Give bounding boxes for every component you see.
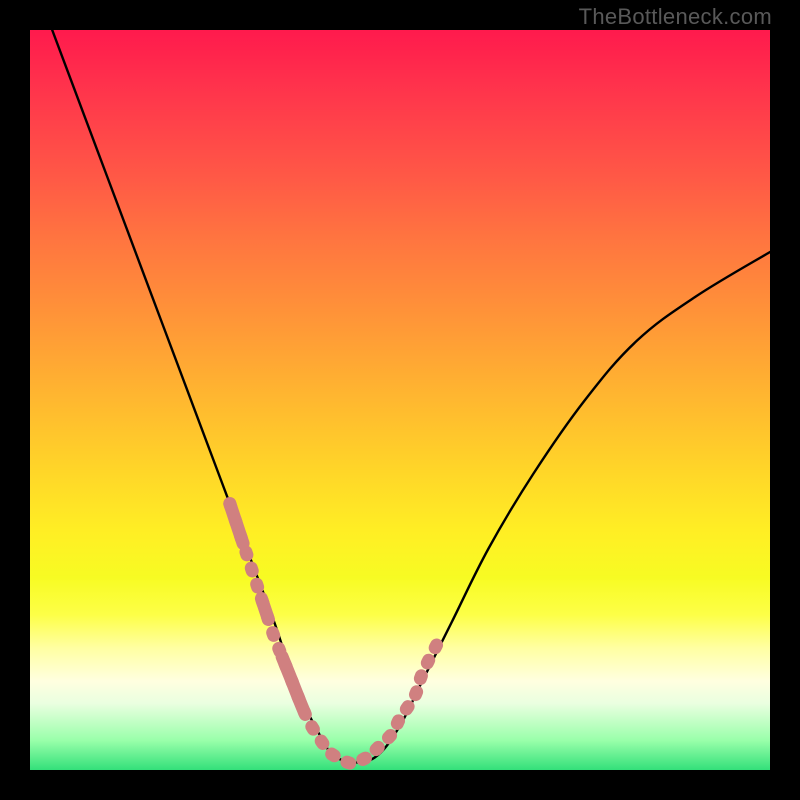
bottleneck-curve-path <box>52 30 770 763</box>
chart-svg <box>30 30 770 770</box>
chart-plot-area <box>30 30 770 770</box>
attribution-watermark: TheBottleneck.com <box>579 4 772 30</box>
chart-frame: TheBottleneck.com <box>0 0 800 800</box>
curve-layer <box>52 30 770 763</box>
acceptable-zone-marker-clumps <box>230 504 437 764</box>
dot-layer <box>230 504 437 764</box>
acceptable-zone-marker-run <box>230 504 437 764</box>
